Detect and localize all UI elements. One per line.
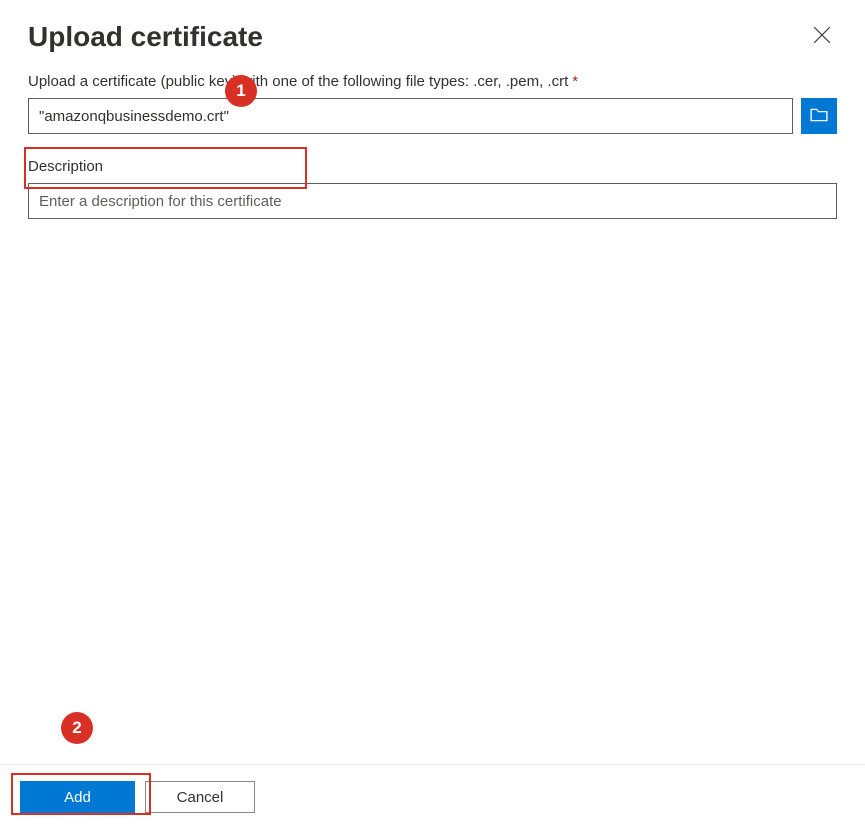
description-input[interactable] (28, 183, 837, 219)
required-asterisk: * (572, 73, 578, 90)
browse-file-button[interactable] (801, 98, 837, 134)
description-label: Description (28, 158, 837, 175)
close-button[interactable] (807, 20, 837, 53)
page-title: Upload certificate (28, 21, 263, 53)
cancel-button[interactable]: Cancel (145, 781, 255, 813)
add-button[interactable]: Add (20, 781, 135, 813)
callout-badge-1: 1 (225, 75, 257, 107)
file-upload-input[interactable] (28, 98, 793, 134)
close-icon (813, 26, 831, 47)
file-upload-label: Upload a certificate (public key) with o… (28, 73, 837, 90)
folder-icon (810, 106, 828, 127)
callout-badge-2: 2 (61, 712, 93, 744)
